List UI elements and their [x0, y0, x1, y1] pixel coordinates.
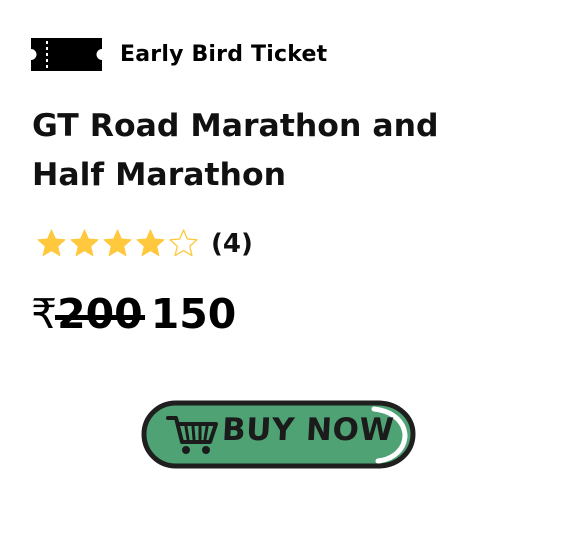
star-filled-icon [103, 229, 132, 257]
sale-price: 150 [150, 290, 237, 338]
rating: (4) [36, 228, 253, 259]
star-filled-icon [136, 229, 165, 257]
price: ₹ 200 150 [31, 290, 236, 338]
buy-now-button[interactable]: BUY NOW [140, 399, 416, 471]
event-title: GT Road Marathon and Half Marathon [32, 108, 439, 193]
rating-count: (4) [211, 228, 253, 259]
shopping-cart-icon [166, 416, 218, 454]
currency-symbol: ₹ [31, 290, 58, 338]
ticket-badge: Early Bird Ticket [31, 38, 327, 71]
ticket-type-label: Early Bird Ticket [120, 42, 328, 67]
original-price: 200 [55, 290, 145, 338]
buy-now-label: BUY NOW [221, 412, 395, 448]
rating-stars [36, 228, 199, 259]
star-empty-icon [169, 229, 198, 257]
star-filled-icon [70, 229, 99, 257]
ticket-icon [31, 38, 102, 71]
star-filled-icon [37, 229, 66, 257]
